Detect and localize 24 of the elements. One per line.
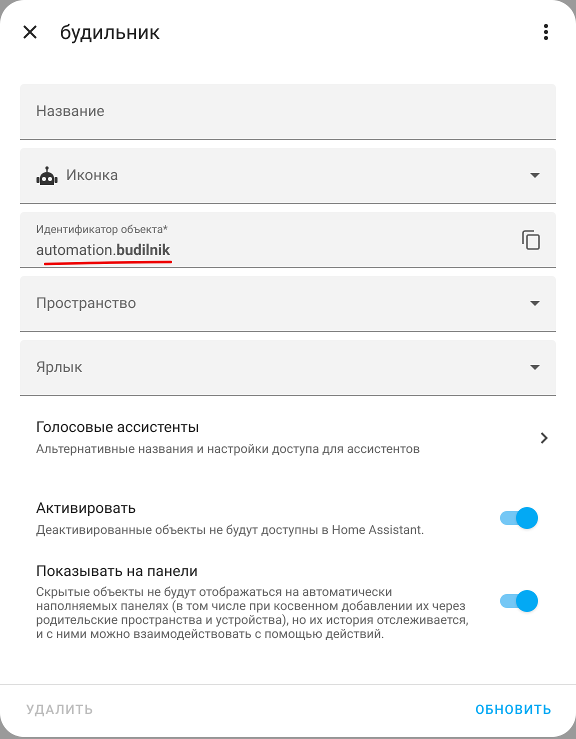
update-button[interactable]: ОБНОВИТЬ xyxy=(467,693,560,729)
toggle-switch[interactable] xyxy=(500,590,538,612)
voice-assistants-row[interactable]: Голосовые ассистенты Альтернативные названия и настройки доступа для ассистентов xyxy=(0,416,576,460)
field-value: automation.budilnik xyxy=(36,240,170,258)
dropdown-caret-icon xyxy=(530,301,540,306)
field-label: Идентификатор объекта* xyxy=(36,222,169,238)
icon-select-field[interactable]: Иконка xyxy=(20,148,556,204)
setting-description: Скрытые объекты не будут отображаться на автоматически наполняемых панелях (в том числе при косвенном добавлении их через родительские пространства и устройства), но их история отслеживается, и с ними можно взаимодействовать с помощью действий. xyxy=(36,586,470,642)
dropdown-caret-icon xyxy=(530,365,540,370)
robot-icon xyxy=(36,166,58,186)
toggle-switch[interactable] xyxy=(500,506,538,528)
setting-description: Деактивированные объекты не будут доступны в Home Assistant. xyxy=(36,524,426,538)
setting-title: Активировать xyxy=(36,498,137,520)
copy-icon[interactable] xyxy=(522,230,540,250)
label-select-field[interactable]: Ярлык xyxy=(20,340,556,396)
chevron-right-icon xyxy=(540,432,548,444)
dialog-title: будильник xyxy=(60,19,161,46)
more-menu-icon[interactable] xyxy=(544,24,548,40)
entity-id-field[interactable]: Идентификатор объекта* automation.budilnik xyxy=(20,212,556,268)
area-select-field[interactable]: Пространство xyxy=(20,276,556,332)
name-field[interactable]: Название xyxy=(20,84,556,140)
setting-title: Показывать на панели xyxy=(36,560,199,582)
dropdown-caret-icon xyxy=(530,173,540,178)
close-icon[interactable] xyxy=(22,24,38,40)
